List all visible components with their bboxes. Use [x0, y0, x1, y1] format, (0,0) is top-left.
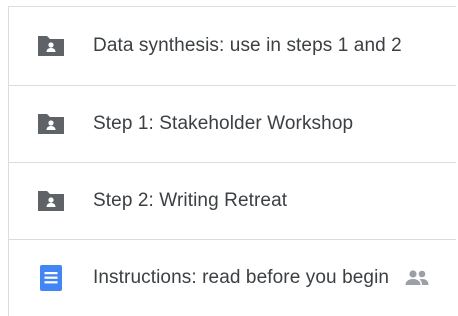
list-item[interactable]: Data synthesis: use in steps 1 and 2: [9, 7, 456, 86]
file-name: Step 1: Stakeholder Workshop: [93, 113, 354, 134]
file-name: Data synthesis: use in steps 1 and 2: [93, 35, 402, 56]
file-name: Step 2: Writing Retreat: [93, 190, 288, 211]
file-list: Data synthesis: use in steps 1 and 2 Ste…: [8, 6, 456, 316]
google-doc-icon: [36, 265, 66, 291]
list-item[interactable]: Instructions: read before you begin: [9, 240, 456, 316]
shared-folder-icon: [36, 33, 66, 59]
list-item[interactable]: Step 2: Writing Retreat: [9, 163, 456, 240]
shared-folder-icon: [36, 188, 66, 214]
file-name: Instructions: read before you begin: [93, 267, 390, 288]
shared-folder-icon: [36, 111, 66, 137]
list-item[interactable]: Step 1: Stakeholder Workshop: [9, 86, 456, 163]
people-icon: [404, 268, 430, 288]
